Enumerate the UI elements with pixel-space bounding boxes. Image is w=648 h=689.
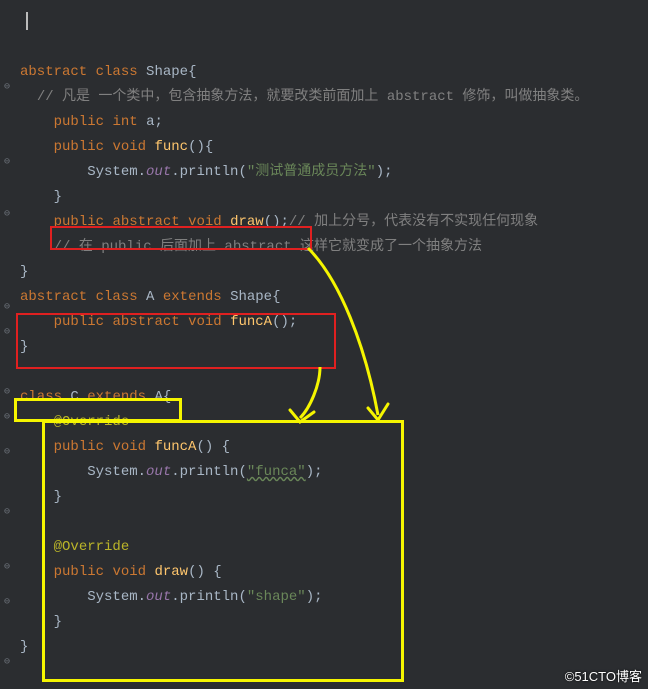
text-cursor — [26, 12, 28, 30]
code-line[interactable]: public void draw() { — [20, 560, 648, 585]
code-line[interactable]: } — [20, 635, 648, 660]
fold-marker[interactable]: ⊖ — [4, 202, 10, 227]
code-line[interactable] — [20, 10, 648, 35]
code-line[interactable]: } — [20, 610, 648, 635]
code-line[interactable]: public void func(){ — [20, 135, 648, 160]
code-line[interactable]: public void funcA() { — [20, 435, 648, 460]
fold-marker[interactable]: ⊖ — [4, 440, 10, 465]
code-line[interactable]: System.out.println("测试普通成员方法"); — [20, 160, 648, 185]
fold-marker[interactable]: ⊖ — [4, 650, 10, 675]
fold-marker[interactable]: ⊖ — [4, 295, 10, 320]
gutter: ⊖ ⊖ ⊖ ⊖ ⊖ ⊖ ⊖ ⊖ ⊖ ⊖ ⊖ ⊖ — [0, 0, 18, 670]
code-line[interactable]: } — [20, 260, 648, 285]
fold-marker[interactable]: ⊖ — [4, 500, 10, 525]
code-line[interactable]: @Override — [20, 535, 648, 560]
fold-marker[interactable]: ⊖ — [4, 150, 10, 175]
code-line[interactable]: public abstract void draw();// 加上分号，代表没有… — [20, 210, 648, 235]
code-line[interactable] — [20, 360, 648, 385]
watermark: ©51CTO博客 — [565, 666, 642, 685]
code-line[interactable]: class C extends A{ — [20, 385, 648, 410]
code-line[interactable]: } — [20, 185, 648, 210]
code-editor[interactable]: ⊖ ⊖ ⊖ ⊖ ⊖ ⊖ ⊖ ⊖ ⊖ ⊖ ⊖ ⊖ abstract class S… — [0, 0, 648, 670]
code-line[interactable]: } — [20, 485, 648, 510]
code-line[interactable]: } — [20, 335, 648, 360]
code-line[interactable] — [20, 510, 648, 535]
fold-marker[interactable]: ⊖ — [4, 590, 10, 615]
code-line[interactable]: abstract class Shape{ — [20, 60, 648, 85]
code-line[interactable]: System.out.println("funca"); — [20, 460, 648, 485]
code-line[interactable]: public abstract void funcA(); — [20, 310, 648, 335]
fold-marker[interactable]: ⊖ — [4, 405, 10, 430]
code-line[interactable]: @Override — [20, 410, 648, 435]
fold-marker[interactable]: ⊖ — [4, 380, 10, 405]
code-line[interactable]: // 凡是 一个类中，包含抽象方法，就要改类前面加上 abstract 修饰，叫… — [20, 85, 648, 110]
code-line[interactable]: abstract class A extends Shape{ — [20, 285, 648, 310]
fold-marker[interactable]: ⊖ — [4, 555, 10, 580]
code-line[interactable] — [20, 35, 648, 60]
fold-marker[interactable]: ⊖ — [4, 75, 10, 100]
code-line[interactable]: public int a; — [20, 110, 648, 135]
fold-marker[interactable]: ⊖ — [4, 320, 10, 345]
code-line[interactable]: System.out.println("shape"); — [20, 585, 648, 610]
code-line[interactable]: // 在 public 后面加上 abstract 这样它就变成了一个抽象方法 — [20, 235, 648, 260]
